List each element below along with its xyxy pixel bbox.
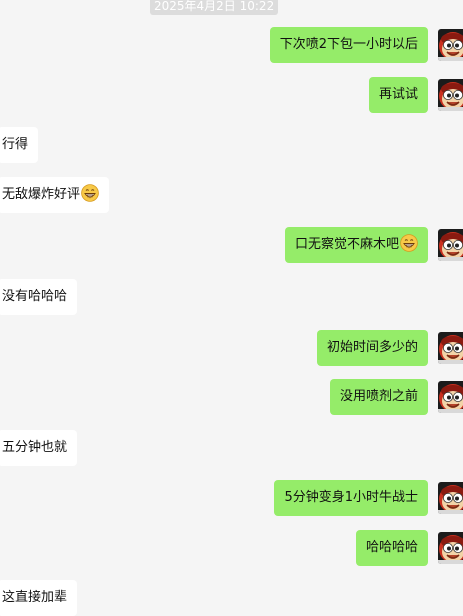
message-row-outgoing: 再试试 [0,77,463,113]
message-text: 五分钟也就 [2,440,68,455]
avatar[interactable] [438,381,463,413]
message-text: 5分钟变身1小时牛战士 [284,490,418,505]
avatar[interactable] [438,79,463,111]
message-text: 没有哈哈哈 [2,289,68,304]
message-bubble-outgoing[interactable]: 没用喷剂之前 [329,379,428,415]
grinning-face-icon [400,231,418,252]
avatar[interactable] [438,229,463,261]
monkey-avatar-icon [438,332,463,364]
message-text: 行得 [2,137,29,152]
message-text: 没用喷剂之前 [339,389,418,404]
monkey-avatar-icon [438,79,463,111]
message-bubble-incoming[interactable]: 没有哈哈哈 [0,279,78,315]
message-bubble-outgoing[interactable]: 再试试 [368,77,428,113]
message-text: 这直接加辈 [2,590,68,605]
avatar[interactable] [438,482,463,514]
message-text: 初始时间多少的 [326,340,418,355]
monkey-avatar-icon [438,482,463,514]
message-row-outgoing: 初始时间多少的 [0,330,463,366]
avatar[interactable] [438,332,463,364]
message-bubble-outgoing[interactable]: 口无察觉不麻木吧 [284,227,428,263]
message-row-outgoing: 5分钟变身1小时牛战士 [0,480,463,516]
message-row-outgoing: 哈哈哈哈 [0,530,463,566]
message-text: 口无察觉不麻木吧 [294,237,399,252]
message-row-incoming: 无敌爆炸好评 [0,177,463,213]
message-bubble-outgoing[interactable]: 5分钟变身1小时牛战士 [274,480,428,516]
message-row-incoming: 没有哈哈哈 [0,279,463,315]
message-text: 无敌爆炸好评 [2,187,81,202]
message-bubble-outgoing[interactable]: 哈哈哈哈 [355,530,428,566]
chat-timestamp: 2025年4月2日 10:22 [150,0,279,15]
message-text: 哈哈哈哈 [365,540,418,555]
message-text: 再试试 [378,87,418,102]
message-bubble-incoming[interactable]: 无敌爆炸好评 [0,177,110,213]
monkey-avatar-icon [438,229,463,261]
message-row-incoming: 行得 [0,127,463,163]
message-text: 下次喷2下包一小时以后 [279,37,418,52]
message-bubble-outgoing[interactable]: 初始时间多少的 [316,330,428,366]
monkey-avatar-icon [438,29,463,61]
avatar[interactable] [438,29,463,61]
message-row-incoming: 这直接加辈 [0,580,463,616]
message-row-outgoing: 下次喷2下包一小时以后 [0,27,463,63]
message-bubble-incoming[interactable]: 这直接加辈 [0,580,78,616]
grinning-face-icon [81,181,99,202]
avatar[interactable] [438,532,463,564]
message-bubble-incoming[interactable]: 五分钟也就 [0,430,78,466]
message-bubble-incoming[interactable]: 行得 [0,127,39,163]
message-row-outgoing: 没用喷剂之前 [0,379,463,415]
monkey-avatar-icon [438,532,463,564]
monkey-avatar-icon [438,381,463,413]
message-bubble-outgoing[interactable]: 下次喷2下包一小时以后 [269,27,428,63]
message-row-outgoing: 口无察觉不麻木吧 [0,227,463,263]
message-row-incoming: 五分钟也就 [0,430,463,466]
